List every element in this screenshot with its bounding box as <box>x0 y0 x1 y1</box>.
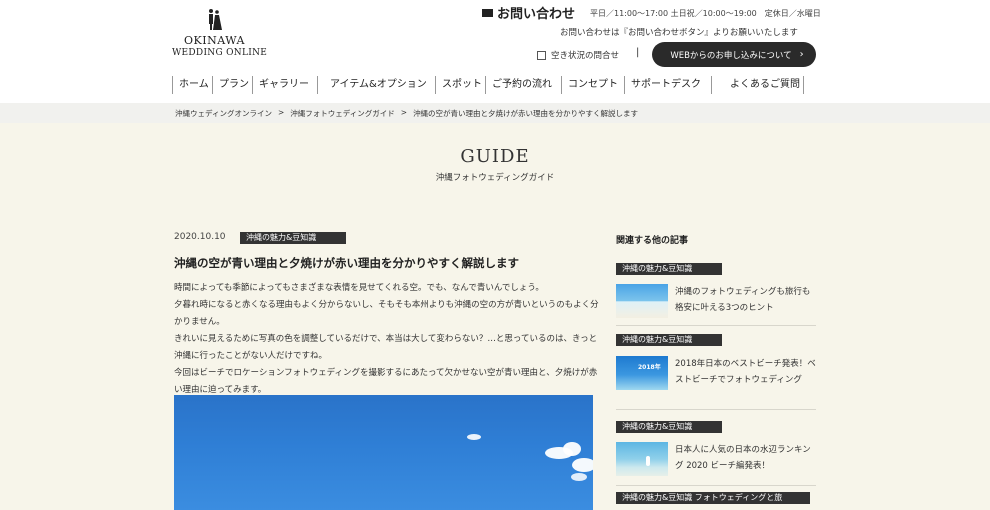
breadcrumb-item-home[interactable]: 沖縄ウェディングオンライン <box>175 108 272 119</box>
page-subtitle: 沖縄フォトウェディングガイド <box>435 173 555 183</box>
sidebar-category-badge[interactable]: 沖縄の魅力&豆知識 <box>616 421 722 433</box>
article-paragraph: 今回はビーチでロケーションフォトウェディングを撮影するにあたって欠かせない空が青… <box>174 368 598 395</box>
nav-item-home[interactable]: ホーム <box>172 76 213 94</box>
sidebar-thumbnail[interactable]: 2018年 <box>616 356 668 390</box>
mail-icon <box>482 8 493 17</box>
availability-label: 空き状況の問合せ <box>551 51 620 61</box>
article-paragraph: きれいに見えるために写真の色を調整しているだけで、本当は大して変わらない？…と思… <box>174 334 598 361</box>
breadcrumb-item-guide[interactable]: 沖縄フォトウェディングガイド <box>290 108 394 119</box>
hero-image-sky <box>174 395 593 510</box>
couple-silhouette-icon <box>209 9 222 30</box>
breadcrumb-separator: > <box>400 108 408 117</box>
breadcrumb-item-current: 沖縄の空が青い理由と夕焼けが赤い理由を分かりやすく解説します <box>413 109 639 118</box>
global-nav: ホーム プラン ギャラリー アイテム&オプション スポット ご予約の流れ コンセ… <box>172 76 804 96</box>
sidebar-article-link[interactable]: 日本人に人気の日本の水辺ランキング 2020 ビーチ編発表！ <box>675 442 817 474</box>
article-date: 2020.10.10 <box>174 232 226 242</box>
page-title: GUIDE <box>460 146 530 167</box>
sidebar-article-link[interactable]: 2018年日本のベストビーチ発表！ベストビーチでフォトウェディング <box>675 356 817 388</box>
nav-item-plan[interactable]: プラン <box>213 76 253 94</box>
category-badge[interactable]: 沖縄の魅力&豆知識 <box>240 232 346 244</box>
breadcrumb-separator: > <box>277 108 285 117</box>
related-articles-heading: 関連する他の記事 <box>616 236 689 246</box>
sidebar-divider <box>616 325 816 326</box>
nav-item-faq[interactable]: よくあるご質問 <box>712 76 804 94</box>
sidebar-divider <box>616 409 816 410</box>
nav-item-spot[interactable]: スポット <box>436 76 486 94</box>
web-application-label: WEBからのお申し込みについて <box>670 50 792 61</box>
logo-text-okinawa: OKINAWA <box>184 34 245 47</box>
nav-item-concept[interactable]: コンセプト <box>562 76 625 94</box>
nav-item-support-desk[interactable]: サポートデスク <box>625 76 712 94</box>
header-separator: | <box>636 47 640 58</box>
sidebar-category-badge[interactable]: 沖縄の魅力&豆知識 <box>616 334 722 346</box>
web-application-button[interactable]: WEBからのお申し込みについて › <box>652 42 816 67</box>
logo-text-wedding-online: WEDDING ONLINE <box>172 48 268 58</box>
contact-heading-label: お問い合わせ <box>497 7 576 22</box>
thumbnail-figure <box>646 456 650 466</box>
thumbnail-caption: 2018年 <box>638 364 661 371</box>
sidebar-thumbnail[interactable] <box>616 442 668 476</box>
site-logo[interactable]: OKINAWA WEDDING ONLINE <box>172 8 267 60</box>
sidebar-category-badge[interactable]: 沖縄の魅力&豆知識 フォトウェディングと旅 <box>616 492 810 504</box>
contact-heading[interactable]: お問い合わせ <box>482 3 575 22</box>
nav-item-reservation-flow[interactable]: ご予約の流れ <box>486 76 562 94</box>
sidebar-divider <box>616 485 816 486</box>
article-paragraph: 時間によっても季節によってもさまざまな表情を見せてくれる空。でも、なんで青いんで… <box>174 283 544 293</box>
business-hours: 平日／11:00〜17:00 土日祝／10:00〜19:00 定休日／水曜日 <box>590 9 821 18</box>
contact-note: お問い合わせは『お問い合わせボタン』よりお願いいたします <box>560 28 798 38</box>
clouds-illustration <box>467 434 593 481</box>
article-paragraph: 夕暮れ時になると赤くなる理由もよく分からないし、そもそも本州よりも沖縄の空の方が… <box>174 300 599 327</box>
chevron-right-icon: › <box>799 49 804 60</box>
article-title: 沖縄の空が青い理由と夕焼けが赤い理由を分かりやすく解説します <box>174 256 519 270</box>
breadcrumb: 沖縄ウェディングオンライン > 沖縄フォトウェディングガイド > 沖縄の空が青い… <box>175 108 638 119</box>
calendar-icon <box>537 50 546 60</box>
sidebar-category-badge[interactable]: 沖縄の魅力&豆知識 <box>616 263 722 275</box>
nav-item-gallery[interactable]: ギャラリー <box>253 76 318 94</box>
nav-item-items-options[interactable]: アイテム&オプション <box>318 76 436 94</box>
sidebar-thumbnail[interactable] <box>616 284 668 318</box>
sidebar-article-link[interactable]: 沖縄のフォトウェディングも旅行も格安に叶える3つのヒント <box>675 284 817 316</box>
availability-link[interactable]: 空き状況の問合せ <box>537 49 619 61</box>
